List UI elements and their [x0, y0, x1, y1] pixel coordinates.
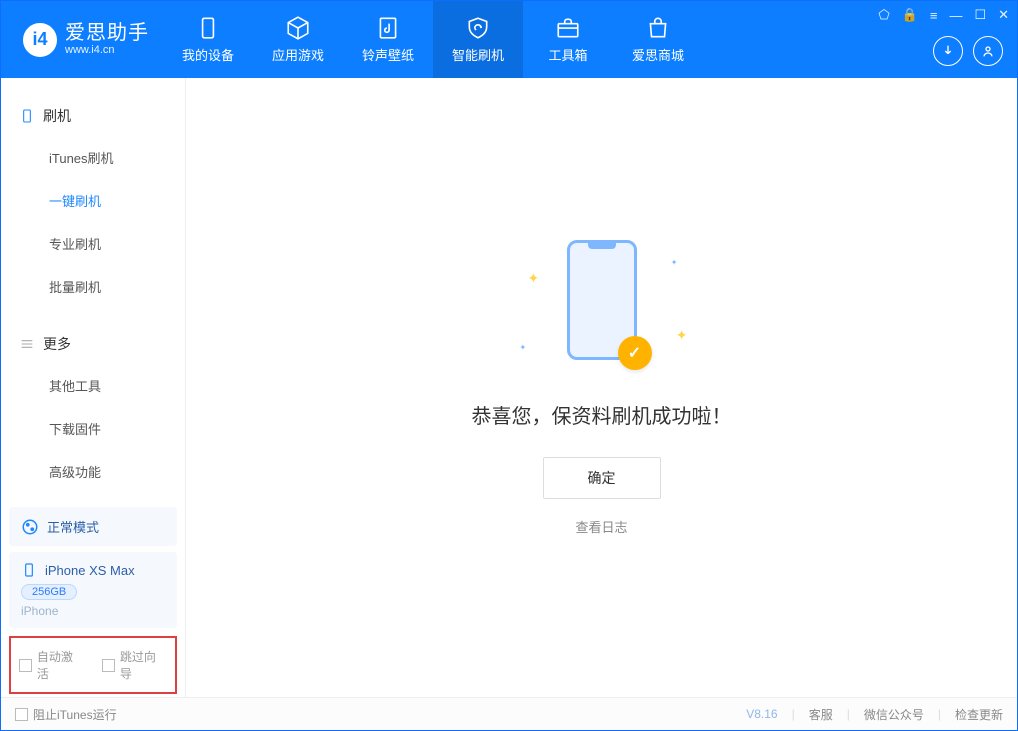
checkbox-auto-activate[interactable]: 自动激活 [19, 648, 84, 682]
shield-refresh-icon [465, 15, 491, 41]
sidebar-group-flash: 刷机 [1, 96, 185, 136]
checkbox-block-itunes[interactable]: 阻止iTunes运行 [15, 706, 117, 723]
tab-store[interactable]: 爱思商城 [613, 1, 703, 78]
close-button[interactable]: ✕ [998, 7, 1009, 23]
logo-icon: i4 [23, 23, 57, 57]
minimize-button[interactable]: — [949, 8, 962, 23]
shirt-icon[interactable]: ⬠ [878, 7, 889, 23]
success-illustration: ✦ ✦ ✦ ✦ ✓ [512, 240, 692, 380]
list-icon [19, 336, 35, 352]
check-badge-icon: ✓ [618, 336, 652, 370]
device-name: iPhone XS Max [45, 563, 135, 578]
spark-icon: ✦ [676, 327, 688, 344]
cube-icon [285, 15, 311, 41]
checkbox-icon [102, 659, 115, 672]
success-message: 恭喜您，保资料刷机成功啦！ [472, 400, 732, 429]
spark-icon: ✦ [671, 258, 678, 267]
tab-ringtones-wallpapers[interactable]: 铃声壁纸 [343, 1, 433, 78]
options-highlight-box: 自动激活 跳过向导 [9, 636, 177, 694]
device-phone-icon [21, 562, 37, 578]
menu-icon[interactable]: ≡ [930, 8, 938, 23]
download-icon [940, 43, 956, 59]
checkbox-icon [15, 708, 28, 721]
user-button[interactable] [973, 36, 1003, 66]
toolbox-icon [555, 15, 581, 41]
download-button[interactable] [933, 36, 963, 66]
app-name: 爱思助手 [65, 22, 149, 44]
sidebar: 刷机 iTunes刷机 一键刷机 专业刷机 批量刷机 更多 其他工具 下载固件 … [1, 78, 186, 698]
footer-link-update[interactable]: 检查更新 [955, 706, 1003, 723]
bag-icon [645, 15, 671, 41]
footer-link-support[interactable]: 客服 [809, 706, 833, 723]
main-content: ✦ ✦ ✦ ✦ ✓ 恭喜您，保资料刷机成功啦！ 确定 查看日志 [186, 78, 1017, 698]
mode-icon [21, 518, 39, 536]
maximize-button[interactable]: ☐ [974, 7, 986, 23]
user-icon [980, 43, 996, 59]
lock-icon[interactable]: 🔒 [902, 7, 918, 23]
sidebar-group-more: 更多 [1, 324, 185, 364]
tab-toolbox[interactable]: 工具箱 [523, 1, 613, 78]
sidebar-item-itunes-flash[interactable]: iTunes刷机 [1, 136, 185, 179]
checkbox-icon [19, 659, 32, 672]
tab-smart-flash[interactable]: 智能刷机 [433, 1, 523, 78]
sidebar-item-pro-flash[interactable]: 专业刷机 [1, 222, 185, 265]
sidebar-item-download-firmware[interactable]: 下载固件 [1, 407, 185, 450]
app-header: i4 爱思助手 www.i4.cn 我的设备 应用游戏 铃声壁纸 智能刷机 工具… [1, 1, 1017, 78]
device-storage: 256GB [21, 584, 77, 600]
sidebar-item-oneclick-flash[interactable]: 一键刷机 [1, 179, 185, 222]
version-label: V8.16 [746, 707, 777, 721]
spark-icon: ✦ [520, 343, 527, 352]
device-info-card[interactable]: iPhone XS Max 256GB iPhone [9, 552, 177, 628]
tab-my-device[interactable]: 我的设备 [163, 1, 253, 78]
device-type: iPhone [21, 604, 58, 618]
phone-icon [19, 108, 35, 124]
device-mode-card[interactable]: 正常模式 [9, 507, 177, 546]
status-bar: 阻止iTunes运行 V8.16 | 客服 | 微信公众号 | 检查更新 [1, 697, 1017, 730]
device-mode-label: 正常模式 [47, 517, 99, 536]
view-log-link[interactable]: 查看日志 [575, 517, 627, 536]
tab-apps-games[interactable]: 应用游戏 [253, 1, 343, 78]
footer-link-wechat[interactable]: 微信公众号 [864, 706, 924, 723]
sidebar-item-advanced[interactable]: 高级功能 [1, 450, 185, 493]
checkbox-skip-wizard[interactable]: 跳过向导 [102, 648, 167, 682]
app-logo: i4 爱思助手 www.i4.cn [1, 22, 163, 56]
sidebar-item-batch-flash[interactable]: 批量刷机 [1, 265, 185, 308]
music-file-icon [375, 15, 401, 41]
device-icon [195, 15, 221, 41]
sidebar-item-other-tools[interactable]: 其他工具 [1, 364, 185, 407]
app-url: www.i4.cn [65, 44, 149, 56]
ok-button[interactable]: 确定 [543, 457, 661, 499]
spark-icon: ✦ [528, 270, 540, 287]
